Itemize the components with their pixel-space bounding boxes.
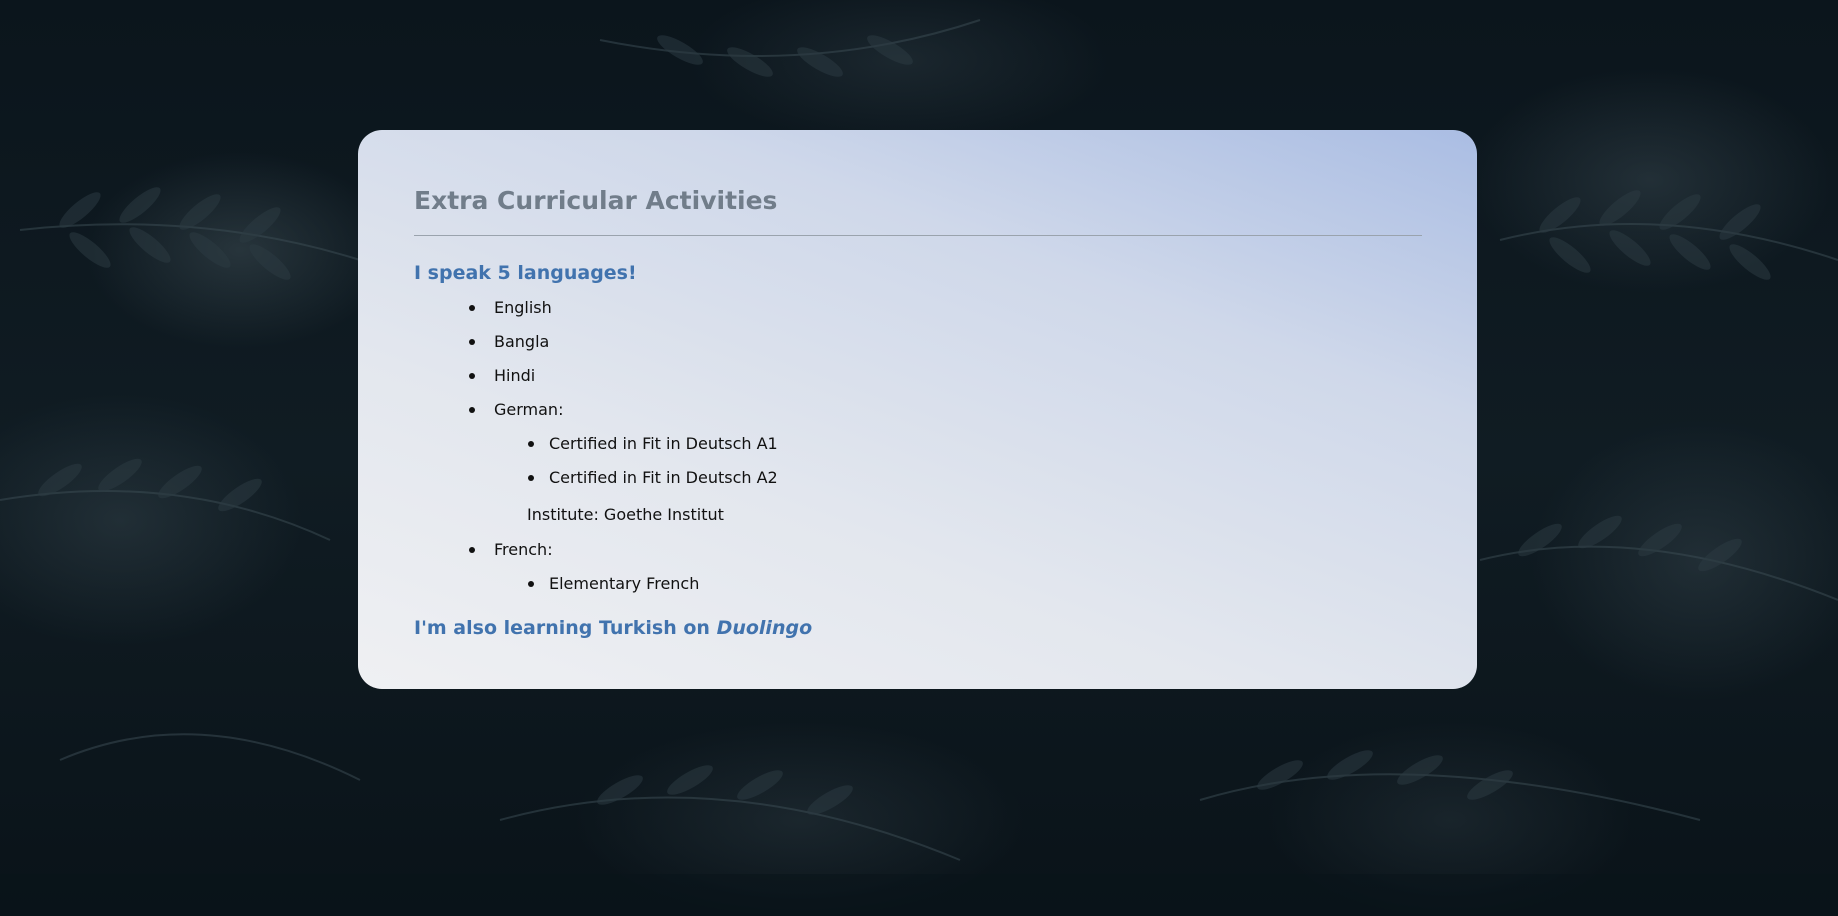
sub-list-item: Certified in Fit in Deutsch A2	[494, 461, 1421, 495]
language-label: Bangla	[494, 331, 550, 351]
french-courses-list: Elementary French	[494, 567, 1421, 601]
bullet-icon	[469, 406, 475, 413]
certification-label: Certified in Fit in Deutsch A2	[549, 467, 778, 487]
german-certifications-list: Certified in Fit in Deutsch A1 Certified…	[494, 427, 1421, 495]
bullet-icon	[528, 474, 534, 481]
sub-list-item: Elementary French	[494, 567, 1421, 601]
certification-label: Certified in Fit in Deutsch A1	[549, 433, 778, 453]
activities-card: Extra Curricular Activities I speak 5 la…	[358, 130, 1477, 689]
language-label: Hindi	[494, 365, 536, 385]
list-item-english: English	[414, 291, 1421, 325]
languages-list: English Bangla Hindi German: Certified i…	[414, 291, 1421, 601]
bullet-icon	[469, 546, 475, 553]
institute-note: Institute: Goethe Institut	[527, 504, 724, 524]
bullet-icon	[469, 372, 475, 379]
duolingo-label: Duolingo	[716, 616, 813, 639]
language-label: English	[494, 297, 552, 317]
course-label: Elementary French	[549, 573, 700, 593]
languages-heading: I speak 5 languages!	[414, 262, 637, 284]
language-label: German:	[494, 399, 564, 419]
background-bottom-strip	[0, 874, 1838, 916]
list-item-german: German: Certified in Fit in Deutsch A1 C…	[414, 393, 1421, 525]
list-item-bangla: Bangla	[414, 325, 1421, 359]
bullet-icon	[469, 338, 475, 345]
title-divider	[414, 235, 1422, 236]
closing-text: I'm also learning Turkish on	[414, 616, 710, 639]
bullet-icon	[528, 440, 534, 447]
language-label: French:	[494, 539, 553, 559]
bullet-icon	[469, 304, 475, 311]
sub-list-item: Certified in Fit in Deutsch A1	[494, 427, 1421, 461]
card-title: Extra Curricular Activities	[414, 186, 778, 215]
list-item-hindi: Hindi	[414, 359, 1421, 393]
closing-statement: I'm also learning Turkish on Duolingo	[414, 617, 1421, 640]
bullet-icon	[528, 580, 534, 587]
list-item-french: French: Elementary French	[414, 533, 1421, 601]
